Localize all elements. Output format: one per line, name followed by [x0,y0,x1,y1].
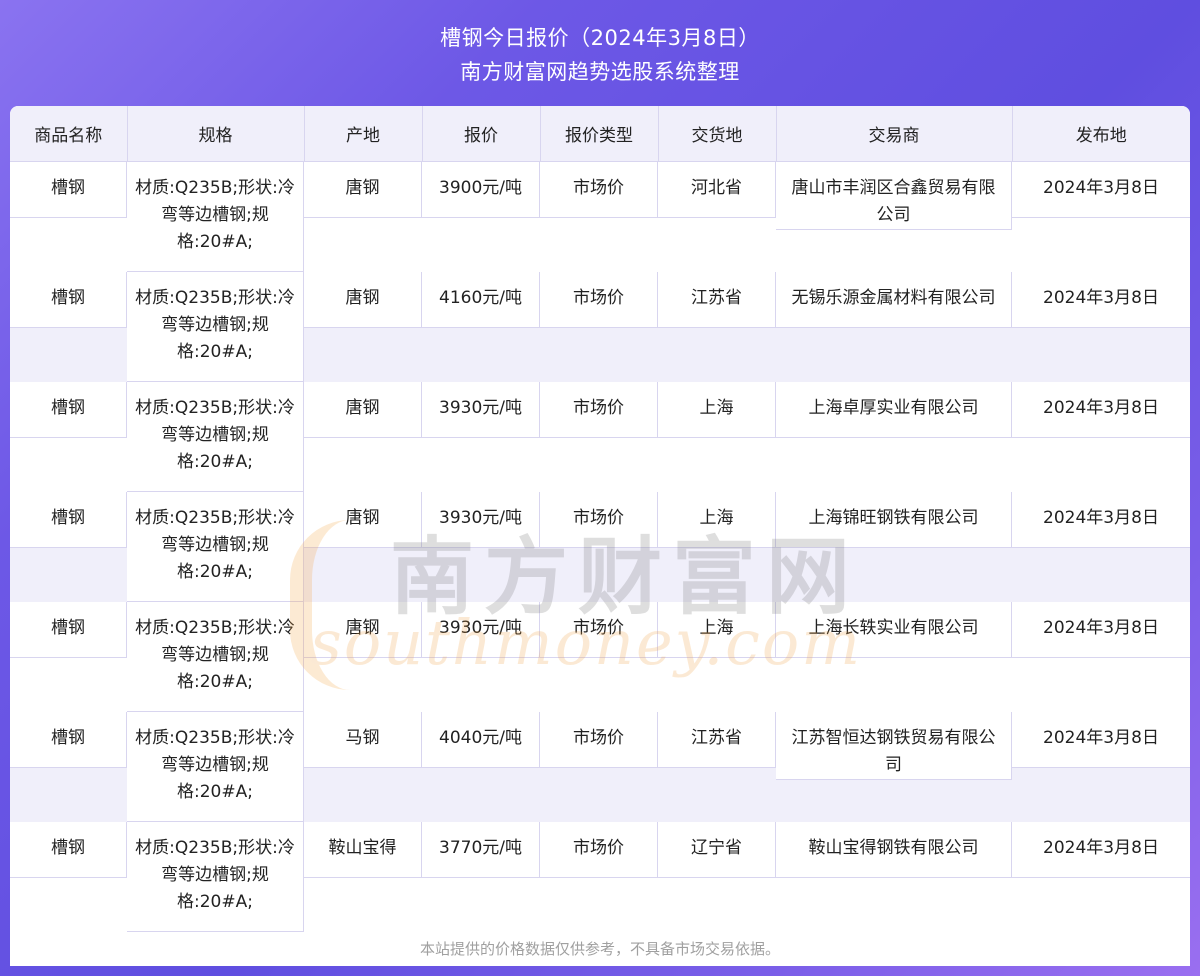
cell-name: 槽钢 [10,601,127,658]
cell-price-type: 市场价 [540,381,658,438]
cell-spec: 材质:Q235B;形状:冷弯等边槽钢;规格:20#A; [127,271,304,382]
cell-price: 3900元/吨 [422,161,540,218]
column-header-price-type: 报价类型 [540,106,659,162]
cell-price: 3930元/吨 [422,381,540,438]
cell-date: 2024年3月8日 [1012,161,1190,218]
column-header-origin: 产地 [304,106,423,162]
cell-delivery: 江苏省 [658,711,776,768]
cell-spec: 材质:Q235B;形状:冷弯等边槽钢;规格:20#A; [127,381,304,492]
page-title: 槽钢今日报价（2024年3月8日） [440,26,760,50]
cell-origin: 唐钢 [304,381,422,438]
cell-name: 槽钢 [10,271,127,328]
cell-delivery: 上海 [658,491,776,548]
cell-origin: 马钢 [304,711,422,768]
cell-origin: 唐钢 [304,601,422,658]
cell-spec: 材质:Q235B;形状:冷弯等边槽钢;规格:20#A; [127,601,304,712]
cell-date: 2024年3月8日 [1012,381,1190,438]
price-table-panel: 商品名称 规格 产地 报价 报价类型 交货地 交易商 发布地 槽钢 材质:Q23… [10,106,1190,966]
cell-date: 2024年3月8日 [1012,491,1190,548]
table-header-row: 商品名称 规格 产地 报价 报价类型 交货地 交易商 发布地 [10,106,1190,162]
cell-delivery: 上海 [658,601,776,658]
cell-price: 4160元/吨 [422,271,540,328]
cell-name: 槽钢 [10,821,127,878]
cell-price-type: 市场价 [540,821,658,878]
cell-trader: 唐山市丰润区合鑫贸易有限公司 [776,161,1012,230]
cell-delivery: 江苏省 [658,271,776,328]
cell-origin: 唐钢 [304,491,422,548]
table-row: 槽钢 材质:Q235B;形状:冷弯等边槽钢;规格:20#A; 唐钢 3930元/… [10,381,1190,492]
cell-price: 4040元/吨 [422,711,540,768]
cell-name: 槽钢 [10,161,127,218]
cell-origin: 唐钢 [304,161,422,218]
cell-trader: 上海卓厚实业有限公司 [776,381,1012,438]
cell-spec: 材质:Q235B;形状:冷弯等边槽钢;规格:20#A; [127,711,304,822]
cell-trader: 鞍山宝得钢铁有限公司 [776,821,1012,878]
page-subtitle: 南方财富网趋势选股系统整理 [460,60,740,84]
footer-disclaimer: 本站提供的价格数据仅供参考，不具备市场交易依据。 [10,932,1190,966]
price-table: 商品名称 规格 产地 报价 报价类型 交货地 交易商 发布地 槽钢 材质:Q23… [10,106,1190,932]
cell-delivery: 上海 [658,381,776,438]
cell-price: 3930元/吨 [422,491,540,548]
column-header-trader: 交易商 [776,106,1013,162]
cell-trader: 江苏智恒达钢铁贸易有限公司 [776,711,1012,780]
cell-price-type: 市场价 [540,711,658,768]
cell-spec: 材质:Q235B;形状:冷弯等边槽钢;规格:20#A; [127,161,304,272]
cell-price-type: 市场价 [540,161,658,218]
column-header-name: 商品名称 [10,106,128,162]
cell-origin: 唐钢 [304,271,422,328]
cell-date: 2024年3月8日 [1012,711,1190,768]
column-header-delivery: 交货地 [658,106,777,162]
table-row: 槽钢 材质:Q235B;形状:冷弯等边槽钢;规格:20#A; 唐钢 4160元/… [10,271,1190,382]
cell-spec: 材质:Q235B;形状:冷弯等边槽钢;规格:20#A; [127,821,304,932]
cell-date: 2024年3月8日 [1012,821,1190,878]
cell-spec: 材质:Q235B;形状:冷弯等边槽钢;规格:20#A; [127,491,304,602]
cell-date: 2024年3月8日 [1012,271,1190,328]
page-header: 槽钢今日报价（2024年3月8日） 南方财富网趋势选股系统整理 [0,0,1200,106]
cell-name: 槽钢 [10,491,127,548]
table-row: 槽钢 材质:Q235B;形状:冷弯等边槽钢;规格:20#A; 唐钢 3930元/… [10,491,1190,602]
table-row: 槽钢 材质:Q235B;形状:冷弯等边槽钢;规格:20#A; 唐钢 3900元/… [10,161,1190,272]
table-row: 槽钢 材质:Q235B;形状:冷弯等边槽钢;规格:20#A; 唐钢 3930元/… [10,601,1190,712]
column-header-spec: 规格 [127,106,305,162]
column-header-price: 报价 [422,106,541,162]
cell-price-type: 市场价 [540,491,658,548]
cell-price: 3770元/吨 [422,821,540,878]
cell-delivery: 辽宁省 [658,821,776,878]
cell-origin: 鞍山宝得 [304,821,422,878]
cell-trader: 上海锦旺钢铁有限公司 [776,491,1012,548]
cell-trader: 上海长轶实业有限公司 [776,601,1012,658]
cell-name: 槽钢 [10,381,127,438]
cell-price-type: 市场价 [540,601,658,658]
cell-price: 3930元/吨 [422,601,540,658]
cell-delivery: 河北省 [658,161,776,218]
cell-date: 2024年3月8日 [1012,601,1190,658]
cell-name: 槽钢 [10,711,127,768]
column-header-date: 发布地 [1012,106,1190,162]
table-row: 槽钢 材质:Q235B;形状:冷弯等边槽钢;规格:20#A; 鞍山宝得 3770… [10,821,1190,932]
cell-price-type: 市场价 [540,271,658,328]
cell-trader: 无锡乐源金属材料有限公司 [776,271,1012,328]
table-row: 槽钢 材质:Q235B;形状:冷弯等边槽钢;规格:20#A; 马钢 4040元/… [10,711,1190,822]
